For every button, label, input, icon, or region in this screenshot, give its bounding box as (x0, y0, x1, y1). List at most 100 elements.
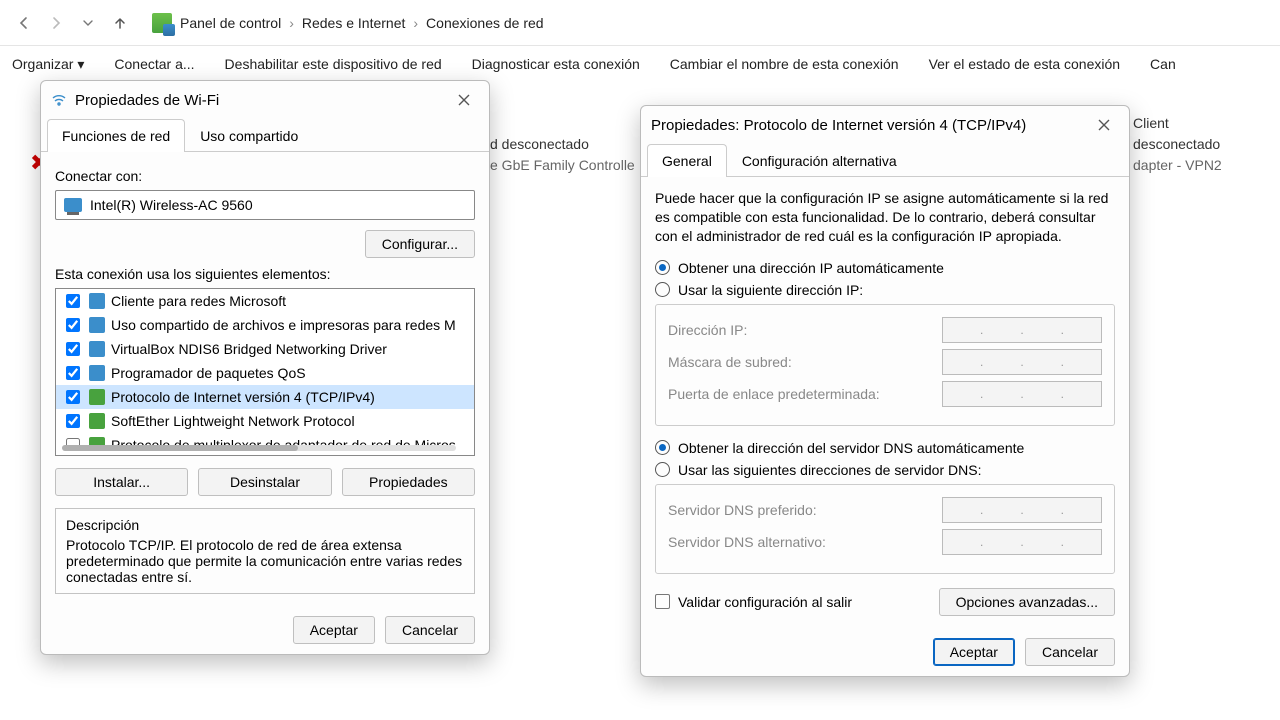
tab-network-functions[interactable]: Funciones de red (47, 119, 185, 152)
element-item[interactable]: VirtualBox NDIS6 Bridged Networking Driv… (56, 337, 474, 361)
radio-auto-dns[interactable]: Obtener la dirección del servidor DNS au… (655, 440, 1115, 456)
validate-label: Validar configuración al salir (678, 594, 852, 610)
adapter-box: Intel(R) Wireless-AC 9560 (55, 190, 475, 220)
command-bar: Organizar ▾ Conectar a... Deshabilitar e… (0, 46, 1280, 82)
bg-text: desconectado (1133, 136, 1220, 152)
rename-button[interactable]: Cambiar el nombre de esta conexión (670, 56, 899, 72)
elements-list[interactable]: Cliente para redes Microsoft Uso comparti… (55, 288, 475, 456)
connect-to-button[interactable]: Conectar a... (114, 56, 194, 72)
wifi-title: Propiedades de Wi-Fi (75, 92, 219, 109)
diagnose-button[interactable]: Diagnosticar esta conexión (472, 56, 640, 72)
close-button[interactable] (449, 85, 479, 115)
protocol-icon (89, 365, 105, 381)
ipv4-titlebar: Propiedades: Protocolo de Internet versi… (641, 106, 1129, 144)
element-item[interactable]: SoftEther Lightweight Network Protocol (56, 409, 474, 433)
uninstall-button[interactable]: Desinstalar (198, 468, 331, 496)
radio-auto-ip[interactable]: Obtener una dirección IP automáticamente (655, 260, 1115, 276)
bg-text: e GbE Family Controlle (490, 157, 635, 173)
tab-sharing[interactable]: Uso compartido (185, 119, 313, 152)
install-button[interactable]: Instalar... (55, 468, 188, 496)
organize-menu[interactable]: Organizar ▾ (12, 56, 84, 73)
element-label: Protocolo de Internet versión 4 (TCP/IPv… (111, 389, 375, 405)
more-button[interactable]: Can (1150, 56, 1176, 72)
element-label: Uso compartido de archivos e impresoras … (111, 317, 456, 333)
back-button[interactable] (8, 7, 40, 39)
element-label: VirtualBox NDIS6 Bridged Networking Driv… (111, 341, 387, 357)
cancel-button[interactable]: Cancelar (385, 616, 475, 644)
element-checkbox[interactable] (66, 390, 80, 404)
ok-button[interactable]: Aceptar (933, 638, 1015, 666)
radio-label: Obtener la dirección del servidor DNS au… (678, 440, 1024, 456)
wifi-properties-dialog: Propiedades de Wi-Fi Funciones de red Us… (40, 80, 490, 655)
ip-address-input: ... (942, 317, 1102, 343)
breadcrumb-item[interactable]: Redes e Internet (302, 15, 406, 31)
protocol-icon (89, 293, 105, 309)
description-text: Protocolo TCP/IP. El protocolo de red de… (66, 537, 464, 585)
radio-manual-dns[interactable]: Usar las siguientes direcciones de servi… (655, 462, 1115, 478)
recent-dropdown[interactable] (72, 7, 104, 39)
element-checkbox[interactable] (66, 414, 80, 428)
ip-address-label: Dirección IP: (668, 322, 942, 338)
network-folder-icon (152, 13, 172, 33)
element-label: Cliente para redes Microsoft (111, 293, 286, 309)
radio-manual-ip[interactable]: Usar la siguiente dirección IP: (655, 282, 1115, 298)
radio-label: Usar la siguiente dirección IP: (678, 282, 863, 298)
tab-general[interactable]: General (647, 144, 727, 177)
element-checkbox[interactable] (66, 294, 80, 308)
validate-checkbox[interactable]: Validar configuración al salir (655, 594, 852, 610)
dns-alternate-input: ... (942, 529, 1102, 555)
subnet-mask-input: ... (942, 349, 1102, 375)
ok-button[interactable]: Aceptar (293, 616, 375, 644)
cancel-button[interactable]: Cancelar (1025, 638, 1115, 666)
configure-button[interactable]: Configurar... (365, 230, 475, 258)
adapter-name: Intel(R) Wireless-AC 9560 (90, 197, 253, 213)
up-button[interactable] (104, 7, 136, 39)
adapter-icon (64, 198, 82, 212)
view-status-button[interactable]: Ver el estado de esta conexión (929, 56, 1120, 72)
explorer-navbar: Panel de control › Redes e Internet › Co… (0, 0, 1280, 46)
protocol-icon (89, 317, 105, 333)
advanced-button[interactable]: Opciones avanzadas... (939, 588, 1115, 616)
radio-icon (655, 440, 670, 455)
element-item[interactable]: Programador de paquetes QoS (56, 361, 474, 385)
element-checkbox[interactable] (66, 366, 80, 380)
element-item[interactable]: Protocolo de Internet versión 4 (TCP/IPv… (56, 385, 474, 409)
horizontal-scrollbar[interactable] (62, 445, 456, 451)
dns-preferred-input: ... (942, 497, 1102, 523)
intro-text: Puede hacer que la configuración IP se a… (655, 189, 1115, 246)
breadcrumb-item[interactable]: Panel de control (180, 15, 281, 31)
ipv4-tabs: General Configuración alternativa (641, 144, 1129, 177)
radio-label: Usar las siguientes direcciones de servi… (678, 462, 981, 478)
breadcrumb[interactable]: Panel de control › Redes e Internet › Co… (152, 13, 544, 33)
gateway-input: ... (942, 381, 1102, 407)
close-button[interactable] (1089, 110, 1119, 140)
radio-icon (655, 462, 670, 477)
element-checkbox[interactable] (66, 342, 80, 356)
wifi-titlebar: Propiedades de Wi-Fi (41, 81, 489, 119)
protocol-icon (89, 389, 105, 405)
ipv4-title: Propiedades: Protocolo de Internet versi… (651, 117, 1026, 134)
breadcrumb-item[interactable]: Conexiones de red (426, 15, 544, 31)
element-item[interactable]: Uso compartido de archivos e impresoras … (56, 313, 474, 337)
ipv4-properties-dialog: Propiedades: Protocolo de Internet versi… (640, 105, 1130, 677)
connect-with-label: Conectar con: (55, 168, 475, 184)
radio-icon (655, 282, 670, 297)
wifi-icon (51, 92, 67, 108)
protocol-icon (89, 341, 105, 357)
subnet-mask-label: Máscara de subred: (668, 354, 942, 370)
forward-button[interactable] (40, 7, 72, 39)
disable-device-button[interactable]: Deshabilitar este dispositivo de red (225, 56, 442, 72)
elements-label: Esta conexión usa los siguientes element… (55, 266, 475, 282)
dns-alternate-label: Servidor DNS alternativo: (668, 534, 942, 550)
properties-button[interactable]: Propiedades (342, 468, 475, 496)
protocol-icon (89, 413, 105, 429)
dns-fieldset: Servidor DNS preferido:... Servidor DNS … (655, 484, 1115, 574)
bg-text: d desconectado (490, 136, 589, 152)
radio-icon (655, 260, 670, 275)
tab-alternate-config[interactable]: Configuración alternativa (727, 144, 912, 177)
wifi-tabs: Funciones de red Uso compartido (41, 119, 489, 152)
element-checkbox[interactable] (66, 318, 80, 332)
element-item[interactable]: Cliente para redes Microsoft (56, 289, 474, 313)
ip-fieldset: Dirección IP:... Máscara de subred:... P… (655, 304, 1115, 426)
gateway-label: Puerta de enlace predeterminada: (668, 386, 942, 402)
